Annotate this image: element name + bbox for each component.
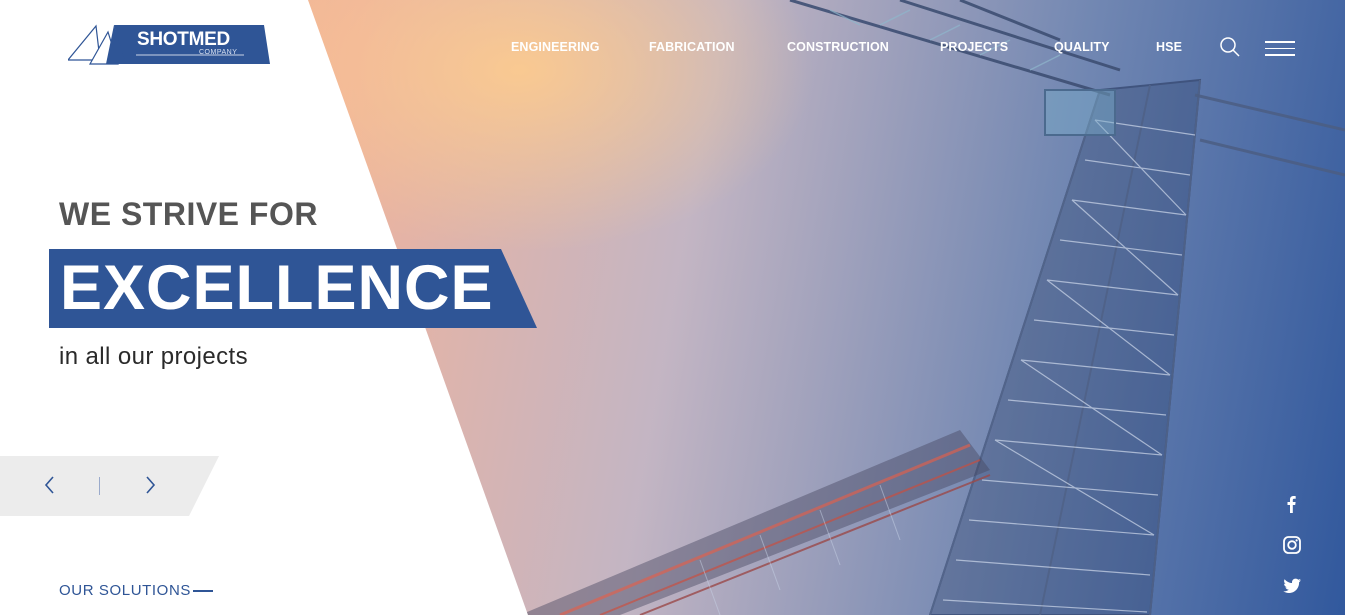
hamburger-menu-icon[interactable] (1265, 41, 1295, 56)
nav-item-projects[interactable]: PROJECTS (940, 40, 1008, 54)
twitter-icon[interactable] (1280, 574, 1304, 598)
nav-item-engineering[interactable]: ENGINEERING (511, 40, 600, 54)
chevron-left-icon[interactable] (41, 474, 59, 496)
our-solutions-link[interactable]: OUR SOLUTIONS (59, 582, 191, 599)
hero-subheadline: in all our projects (59, 343, 249, 370)
nav-item-quality[interactable]: QUALITY (1054, 40, 1110, 54)
search-icon[interactable] (1219, 36, 1241, 58)
menu-line (1265, 54, 1295, 56)
nav-item-fabrication[interactable]: FABRICATION (649, 40, 735, 54)
slider-divider (99, 477, 100, 495)
hero-headline-highlight: EXCELLENCE (60, 253, 494, 323)
instagram-icon[interactable] (1280, 533, 1304, 557)
slider-controls-box (0, 456, 219, 516)
nav-item-construction[interactable]: CONSTRUCTION (787, 40, 889, 54)
menu-line (1265, 41, 1295, 43)
facebook-icon[interactable] (1280, 492, 1304, 516)
chevron-right-icon[interactable] (141, 474, 159, 496)
menu-line (1265, 47, 1295, 49)
hero-headline-top: WE STRIVE FOR (59, 196, 318, 232)
solutions-dash (193, 590, 213, 592)
main-navigation: ENGINEERING FABRICATION CONSTRUCTION PRO… (0, 40, 1345, 56)
nav-item-hse[interactable]: HSE (1156, 40, 1182, 54)
